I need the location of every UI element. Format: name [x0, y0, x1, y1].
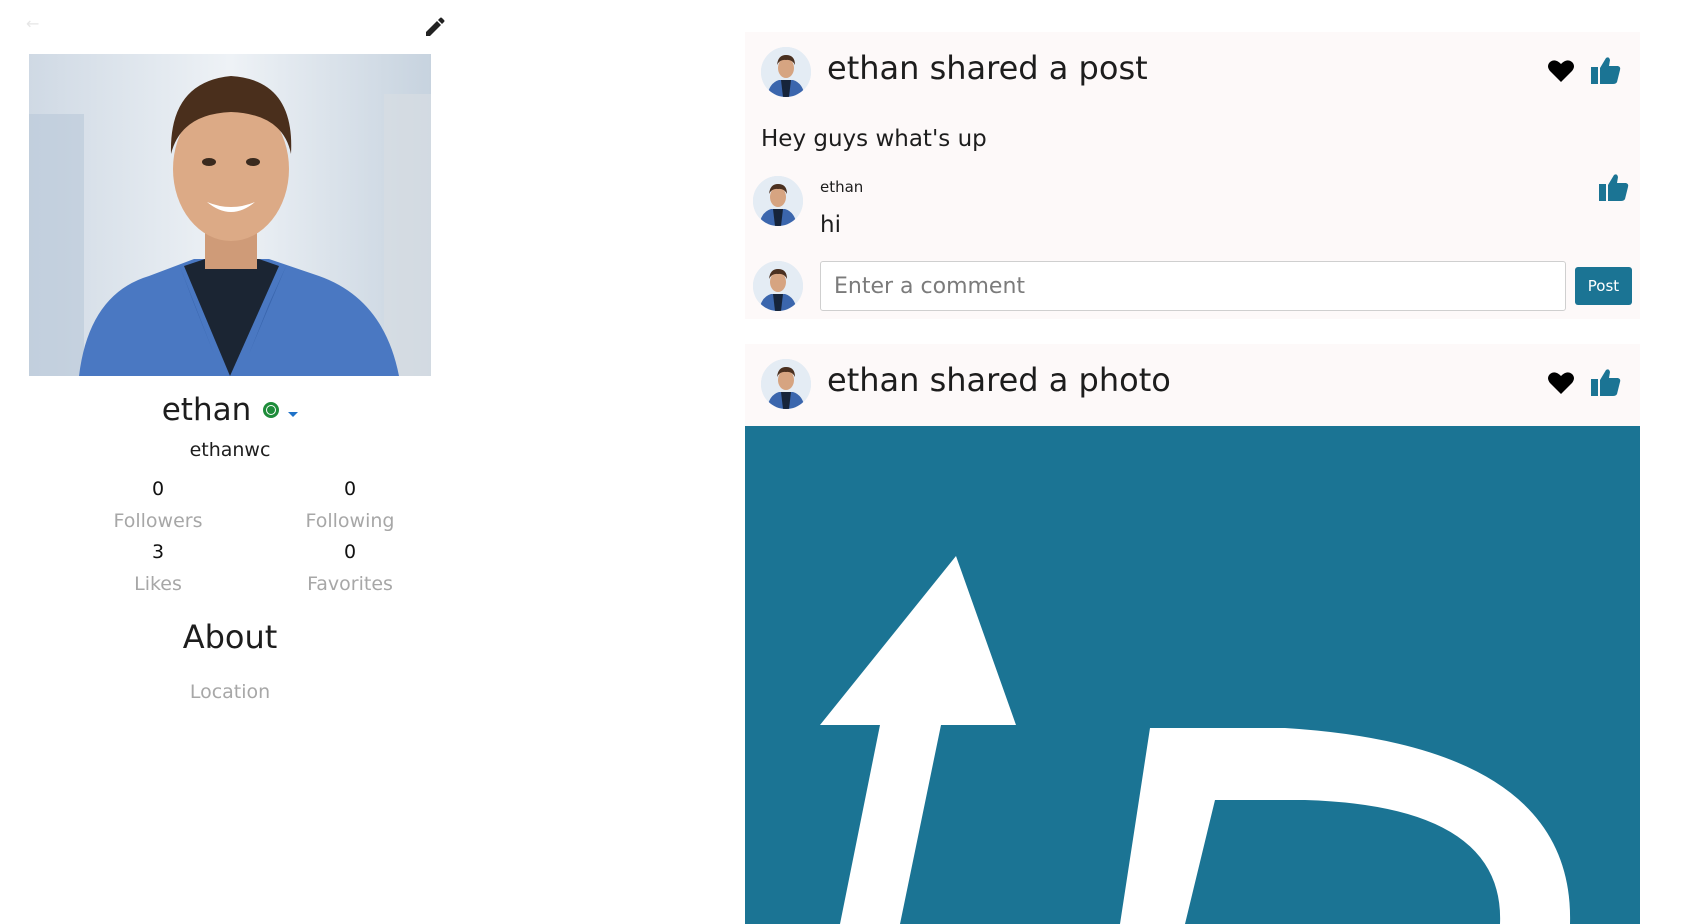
favorite-button[interactable] — [1547, 57, 1575, 85]
back-arrow-icon[interactable]: ← — [26, 16, 42, 32]
post-title: ethan shared a post — [827, 49, 1148, 87]
stat-following[interactable]: 0 Following — [250, 478, 450, 532]
stat-value: 0 — [151, 478, 165, 500]
like-button[interactable] — [1590, 55, 1622, 85]
post-title: ethan shared a photo — [827, 361, 1171, 399]
caret-down-icon[interactable] — [288, 411, 299, 417]
stat-value: 0 — [343, 541, 357, 563]
avatar[interactable] — [761, 359, 811, 409]
stat-value: 0 — [343, 478, 357, 500]
comment-text: hi — [820, 212, 841, 238]
thumbs-up-icon — [1590, 55, 1622, 85]
profile-username: ethanwc — [189, 439, 271, 461]
stat-value: 3 — [151, 541, 165, 563]
stat-label: Likes — [134, 573, 182, 595]
pencil-icon — [426, 17, 445, 36]
stat-label: Favorites — [307, 573, 393, 595]
post-card: ethan shared a post Hey guys what's up e… — [745, 32, 1640, 319]
thumbs-up-icon — [1590, 367, 1622, 397]
stat-label: Following — [305, 510, 395, 532]
stat-followers[interactable]: 0 Followers — [58, 478, 258, 532]
comment-like-button[interactable] — [1598, 172, 1630, 202]
photo-card: ethan shared a photo — [745, 344, 1640, 924]
comment-input[interactable] — [820, 261, 1566, 311]
stat-label: Followers — [113, 510, 203, 532]
heart-icon — [1547, 57, 1575, 85]
post-text: Hey guys what's up — [761, 126, 987, 152]
avatar[interactable] — [761, 47, 811, 97]
location-label: Location — [189, 681, 271, 703]
avatar[interactable] — [753, 261, 803, 311]
profile-name: ethan — [161, 392, 252, 428]
thumbs-up-icon — [1598, 172, 1630, 202]
heart-icon — [1547, 369, 1575, 397]
like-button[interactable] — [1590, 367, 1622, 397]
stat-favorites[interactable]: 0 Favorites — [250, 541, 450, 595]
edit-profile-button[interactable] — [424, 16, 446, 38]
avatar[interactable] — [753, 176, 803, 226]
comment-author: ethan — [820, 178, 864, 196]
shared-photo[interactable] — [745, 426, 1640, 924]
about-heading: About — [182, 618, 278, 656]
status-online-icon — [263, 402, 280, 418]
post-comment-button[interactable]: Post — [1575, 267, 1632, 305]
favorite-button[interactable] — [1547, 369, 1575, 397]
stat-likes[interactable]: 3 Likes — [58, 541, 258, 595]
profile-name-row: ethan — [29, 388, 431, 432]
profile-photo — [29, 54, 431, 376]
